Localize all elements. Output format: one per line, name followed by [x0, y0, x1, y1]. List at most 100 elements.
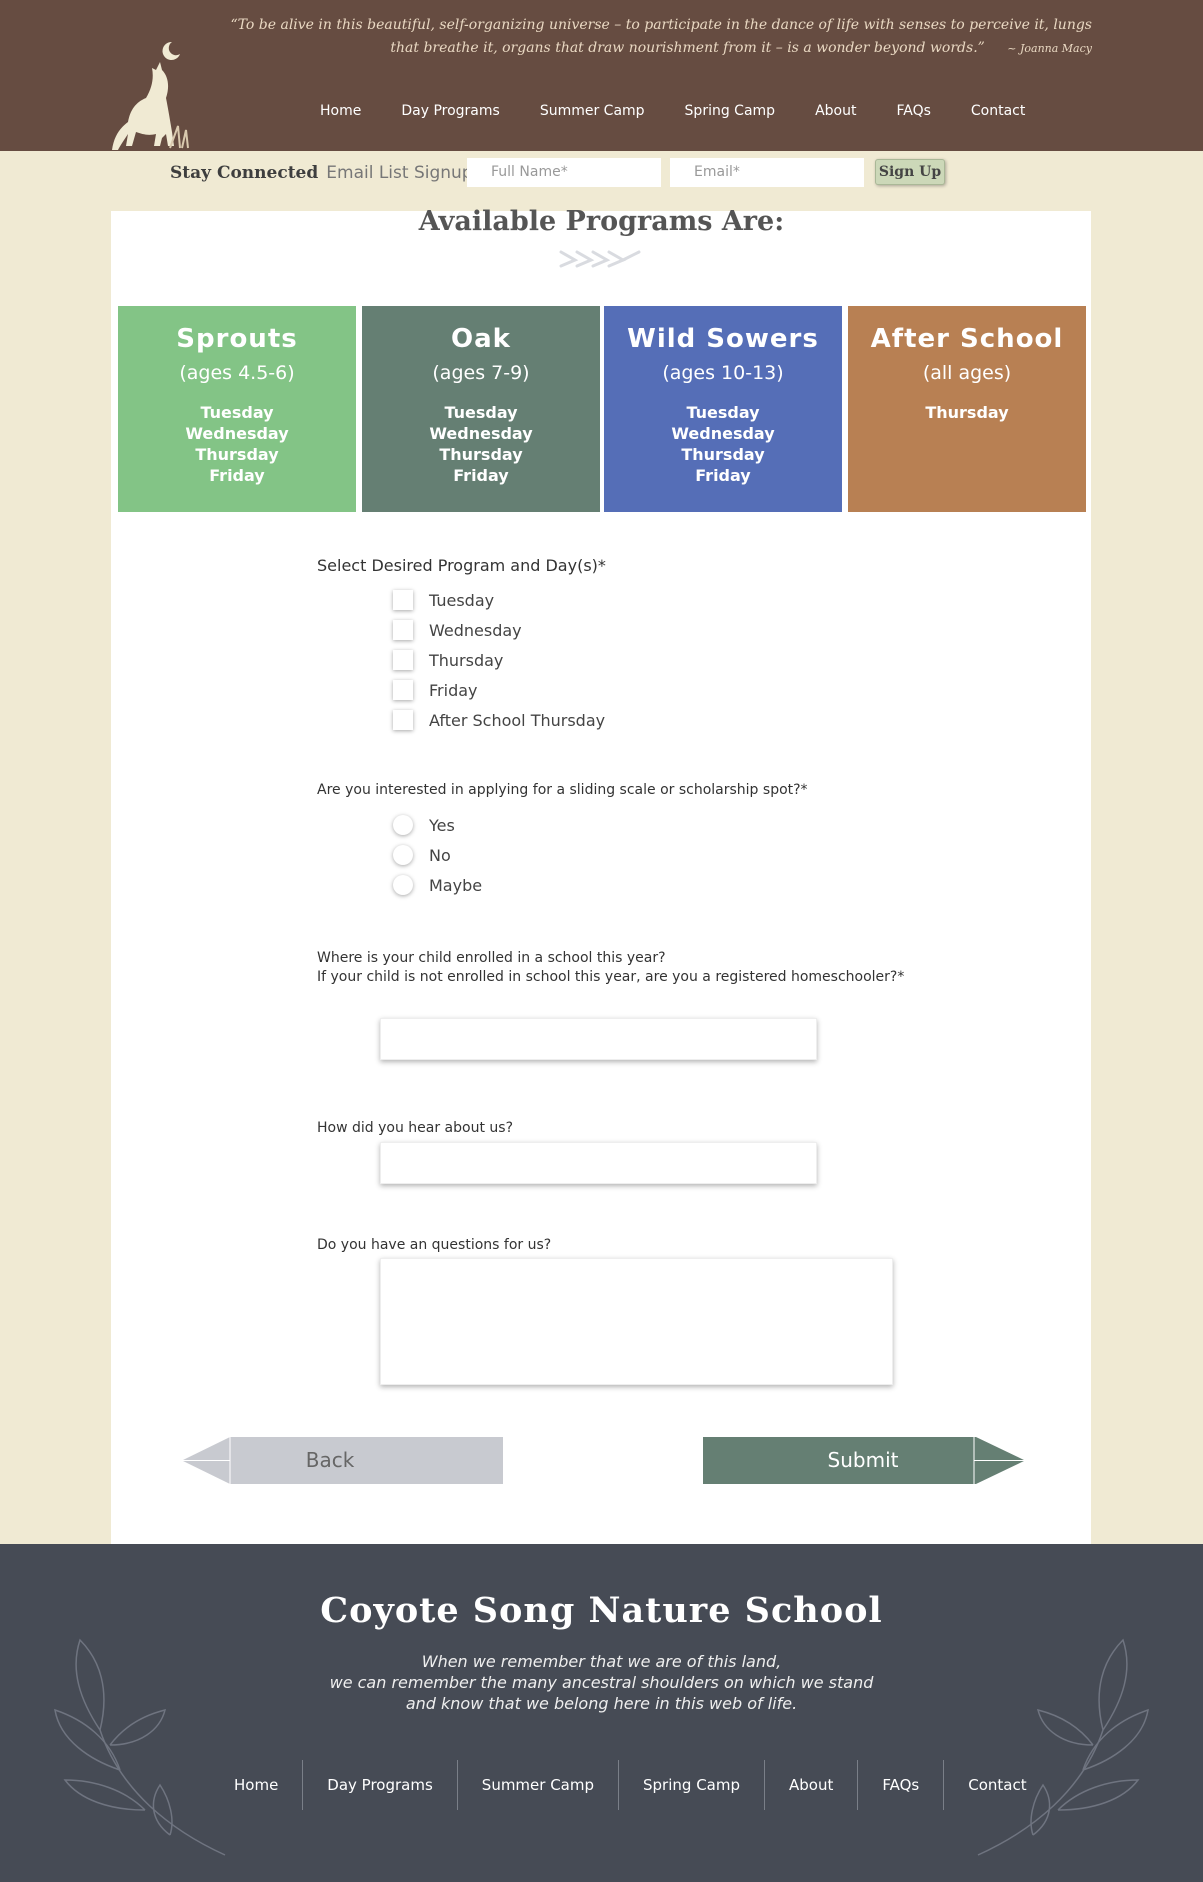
school-question-label-1: Where is your child enrolled in a school… — [317, 950, 666, 966]
email-signup-label: Email List Signup — [326, 163, 473, 183]
hear-question-label: How did you hear about us? — [317, 1120, 513, 1136]
full-name-input[interactable]: Full Name* — [467, 158, 661, 187]
checkbox[interactable] — [393, 590, 413, 610]
back-button-label: Back — [305, 1448, 355, 1472]
footer-nav-about[interactable]: About — [765, 1760, 859, 1810]
footer-nav: Home Day Programs Summer Camp Spring Cam… — [210, 1760, 1051, 1810]
day-label: Tuesday — [200, 403, 274, 422]
day-label: Friday — [695, 466, 751, 485]
program-card-wild-sowers: Wild Sowers (ages 10-13) Tuesday Wednesd… — [604, 306, 842, 512]
scholarship-question-label: Are you interested in applying for a sli… — [317, 782, 808, 798]
day-label: Tuesday — [686, 403, 760, 422]
stay-connected: Stay Connected Email List Signup » — [170, 158, 487, 188]
program-days: Tuesday Wednesday Thursday Friday — [604, 402, 842, 486]
day-label: Friday — [453, 466, 509, 485]
footer-title: Coyote Song Nature School — [320, 1590, 883, 1631]
option-label: Friday — [429, 680, 478, 700]
option-label: After School Thursday — [429, 710, 606, 730]
checkbox[interactable] — [393, 710, 413, 730]
main-nav: Home Day Programs Summer Camp Spring Cam… — [300, 103, 1045, 119]
footer-nav-spring-camp[interactable]: Spring Camp — [619, 1760, 765, 1810]
radio-button[interactable] — [393, 875, 413, 895]
program-days: Tuesday Wednesday Thursday Friday — [362, 402, 600, 486]
nav-summer-camp[interactable]: Summer Camp — [520, 103, 665, 119]
day-label: Thursday — [439, 445, 523, 464]
footer-quote-line: and know that we belong here in this web… — [405, 1694, 798, 1713]
option-label: No — [429, 845, 451, 865]
nav-spring-camp[interactable]: Spring Camp — [665, 103, 796, 119]
day-label: Tuesday — [444, 403, 518, 422]
checkbox[interactable] — [393, 620, 413, 640]
nav-about[interactable]: About — [795, 103, 876, 119]
footer-nav-faqs[interactable]: FAQs — [858, 1760, 945, 1810]
footer-quote-line: When we remember that we are of this lan… — [421, 1652, 782, 1671]
scholarship-option-maybe[interactable]: Maybe — [393, 874, 482, 896]
programs-title: Available Programs Are: — [418, 206, 785, 237]
scholarship-option-yes[interactable]: Yes — [393, 814, 455, 836]
program-card-sprouts: Sprouts (ages 4.5-6) Tuesday Wednesday T… — [118, 306, 356, 512]
nav-faqs[interactable]: FAQs — [876, 103, 950, 119]
program-card-oak: Oak (ages 7-9) Tuesday Wednesday Thursda… — [362, 306, 600, 512]
days-question-label: Select Desired Program and Day(s)* — [317, 556, 606, 575]
back-button[interactable]: Back — [182, 1437, 503, 1484]
option-label: Yes — [429, 815, 455, 835]
footer-nav-day-programs[interactable]: Day Programs — [303, 1760, 458, 1810]
program-ages: (ages 10-13) — [662, 362, 784, 384]
submit-button-label: Submit — [827, 1448, 899, 1472]
day-label: Wednesday — [671, 424, 775, 443]
program-days: Thursday — [848, 402, 1086, 423]
option-label: Maybe — [429, 875, 483, 895]
program-name: Oak — [451, 324, 511, 354]
header-quote: “To be alive in this beautiful, self-org… — [200, 14, 1092, 60]
day-option-wednesday[interactable]: Wednesday — [393, 619, 522, 641]
day-label: Friday — [209, 466, 265, 485]
day-label: Thursday — [681, 445, 765, 464]
site-header: “To be alive in this beautiful, self-org… — [0, 0, 1203, 151]
scholarship-option-no[interactable]: No — [393, 844, 451, 866]
day-option-thursday[interactable]: Thursday — [393, 649, 503, 671]
stay-connected-title: Stay Connected — [170, 163, 319, 183]
checkbox[interactable] — [393, 680, 413, 700]
day-option-tuesday[interactable]: Tuesday — [393, 589, 494, 611]
day-label: Thursday — [925, 403, 1009, 422]
program-name: Sprouts — [176, 324, 298, 354]
footer-nav-contact[interactable]: Contact — [944, 1760, 1050, 1810]
nav-home[interactable]: Home — [300, 103, 381, 119]
nav-contact[interactable]: Contact — [951, 103, 1045, 119]
program-name: Wild Sowers — [627, 324, 819, 354]
email-input[interactable]: Email* — [670, 158, 864, 187]
footer-nav-home[interactable]: Home — [210, 1760, 304, 1810]
checkbox[interactable] — [393, 650, 413, 670]
option-label: Tuesday — [429, 590, 495, 610]
footer-nav-summer-camp[interactable]: Summer Camp — [458, 1760, 620, 1810]
hear-input[interactable] — [380, 1142, 817, 1184]
program-name: After School — [870, 324, 1064, 354]
program-ages: (ages 7-9) — [432, 362, 530, 384]
school-question-label-2: If your child is not enrolled in school … — [317, 969, 905, 985]
site-footer: Coyote Song Nature School When we rememb… — [0, 1544, 1203, 1882]
sign-up-button[interactable]: Sign Up — [875, 159, 945, 185]
submit-button[interactable]: Submit — [703, 1437, 1025, 1484]
day-option-friday[interactable]: Friday — [393, 679, 478, 701]
program-card-after-school: After School (all ages) Thursday — [848, 306, 1086, 512]
quote-text: “To be alive in this beautiful, self-org… — [230, 17, 1092, 56]
option-label: Wednesday — [429, 620, 522, 640]
day-option-after-school-thursday[interactable]: After School Thursday — [393, 709, 605, 731]
program-ages: (ages 4.5-6) — [179, 362, 295, 384]
questions-textarea[interactable] — [380, 1258, 893, 1385]
day-label: Wednesday — [429, 424, 533, 443]
option-label: Thursday — [429, 650, 504, 670]
school-input[interactable] — [380, 1018, 817, 1060]
program-ages: (all ages) — [922, 362, 1012, 384]
arrow-divider-icon — [559, 250, 641, 268]
quote-author: ~ Joanna Macy — [1007, 42, 1092, 55]
nav-day-programs[interactable]: Day Programs — [381, 103, 519, 119]
questions-label: Do you have an questions for us? — [317, 1237, 552, 1253]
program-days: Tuesday Wednesday Thursday Friday — [118, 402, 356, 486]
coyote-logo-icon[interactable] — [108, 36, 208, 152]
radio-button[interactable] — [393, 845, 413, 865]
day-label: Wednesday — [185, 424, 289, 443]
day-label: Thursday — [195, 445, 279, 464]
footer-quote-line: we can remember the many ancestral shoul… — [329, 1673, 874, 1692]
radio-button[interactable] — [393, 815, 413, 835]
